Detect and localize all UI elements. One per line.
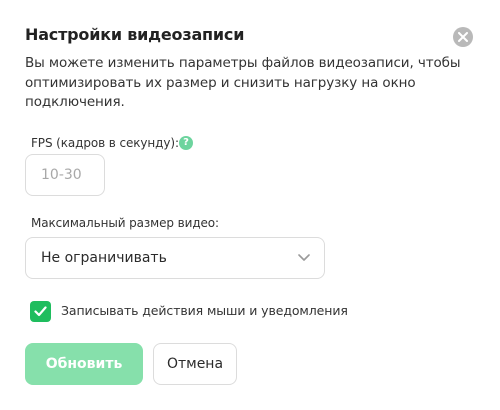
record-actions-label[interactable]: Записывать действия мыши и уведомления — [61, 303, 348, 318]
fps-input[interactable] — [25, 154, 105, 196]
close-button[interactable] — [453, 27, 473, 47]
dialog-title: Настройки видеозаписи — [25, 25, 245, 44]
dialog-description: Вы можете изменить параметры файлов виде… — [25, 55, 461, 110]
video-settings-dialog: Настройки видеозаписи Вы можете изменить… — [0, 0, 500, 410]
video-size-label: Максимальный размер видео: — [31, 216, 219, 230]
chevron-down-icon — [298, 254, 310, 261]
update-button[interactable]: Обновить — [25, 343, 143, 385]
cancel-button[interactable]: Отмена — [153, 343, 237, 385]
fps-label: FPS (кадров в секунду): — [31, 136, 179, 150]
video-size-selected-value: Не ограничивать — [41, 250, 167, 266]
close-icon — [458, 32, 468, 42]
checkmark-icon — [34, 306, 47, 317]
help-icon[interactable]: ? — [179, 136, 193, 150]
video-size-select[interactable]: Не ограничивать — [25, 237, 325, 279]
record-actions-checkbox[interactable] — [30, 301, 51, 322]
